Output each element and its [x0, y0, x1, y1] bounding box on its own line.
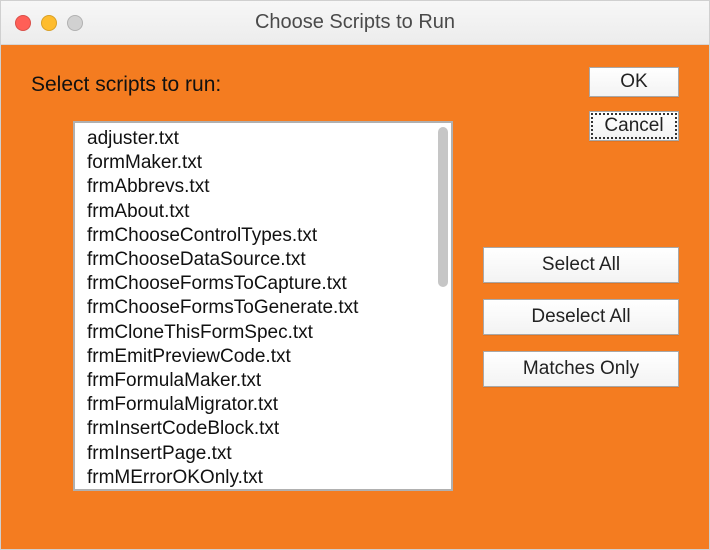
- list-item[interactable]: frmAbbrevs.txt: [87, 175, 435, 199]
- close-icon[interactable]: [15, 15, 31, 31]
- cancel-button[interactable]: Cancel: [589, 111, 679, 141]
- dialog-window: Choose Scripts to Run Select scripts to …: [0, 0, 710, 550]
- list-item[interactable]: frmCloneThisFormSpec.txt: [87, 321, 435, 345]
- list-item[interactable]: frmAbout.txt: [87, 200, 435, 224]
- list-item[interactable]: frmChooseFormsToCapture.txt: [87, 272, 435, 296]
- matches-only-button[interactable]: Matches Only: [483, 351, 679, 387]
- list-item[interactable]: frmFormulaMigrator.txt: [87, 393, 435, 417]
- deselect-all-button[interactable]: Deselect All: [483, 299, 679, 335]
- list-item[interactable]: formMaker.txt: [87, 151, 435, 175]
- list-item[interactable]: frmInsertCodeBlock.txt: [87, 417, 435, 441]
- window-title: Choose Scripts to Run: [1, 11, 709, 34]
- list-item[interactable]: adjuster.txt: [87, 127, 435, 151]
- dialog-content: Select scripts to run: adjuster.txtformM…: [1, 45, 709, 549]
- list-item[interactable]: frmFormulaMaker.txt: [87, 369, 435, 393]
- window-controls: [15, 15, 83, 31]
- list-item[interactable]: frmChooseFormsToGenerate.txt: [87, 296, 435, 320]
- button-column: OK Cancel Select All Deselect All Matche…: [483, 67, 679, 403]
- scrollbar[interactable]: [438, 127, 448, 485]
- zoom-icon: [67, 15, 83, 31]
- minimize-icon[interactable]: [41, 15, 57, 31]
- list-item[interactable]: frmChooseDataSource.txt: [87, 248, 435, 272]
- list-item[interactable]: frmEmitPreviewCode.txt: [87, 345, 435, 369]
- list-item[interactable]: frmMErrorOKOnly.txt: [87, 466, 435, 489]
- title-bar: Choose Scripts to Run: [1, 1, 709, 45]
- list-item[interactable]: frmInsertPage.txt: [87, 442, 435, 466]
- scripts-listbox[interactable]: adjuster.txtformMaker.txtfrmAbbrevs.txtf…: [73, 121, 453, 491]
- list-item[interactable]: frmChooseControlTypes.txt: [87, 224, 435, 248]
- ok-button[interactable]: OK: [589, 67, 679, 97]
- select-all-button[interactable]: Select All: [483, 247, 679, 283]
- scrollbar-thumb[interactable]: [438, 127, 448, 287]
